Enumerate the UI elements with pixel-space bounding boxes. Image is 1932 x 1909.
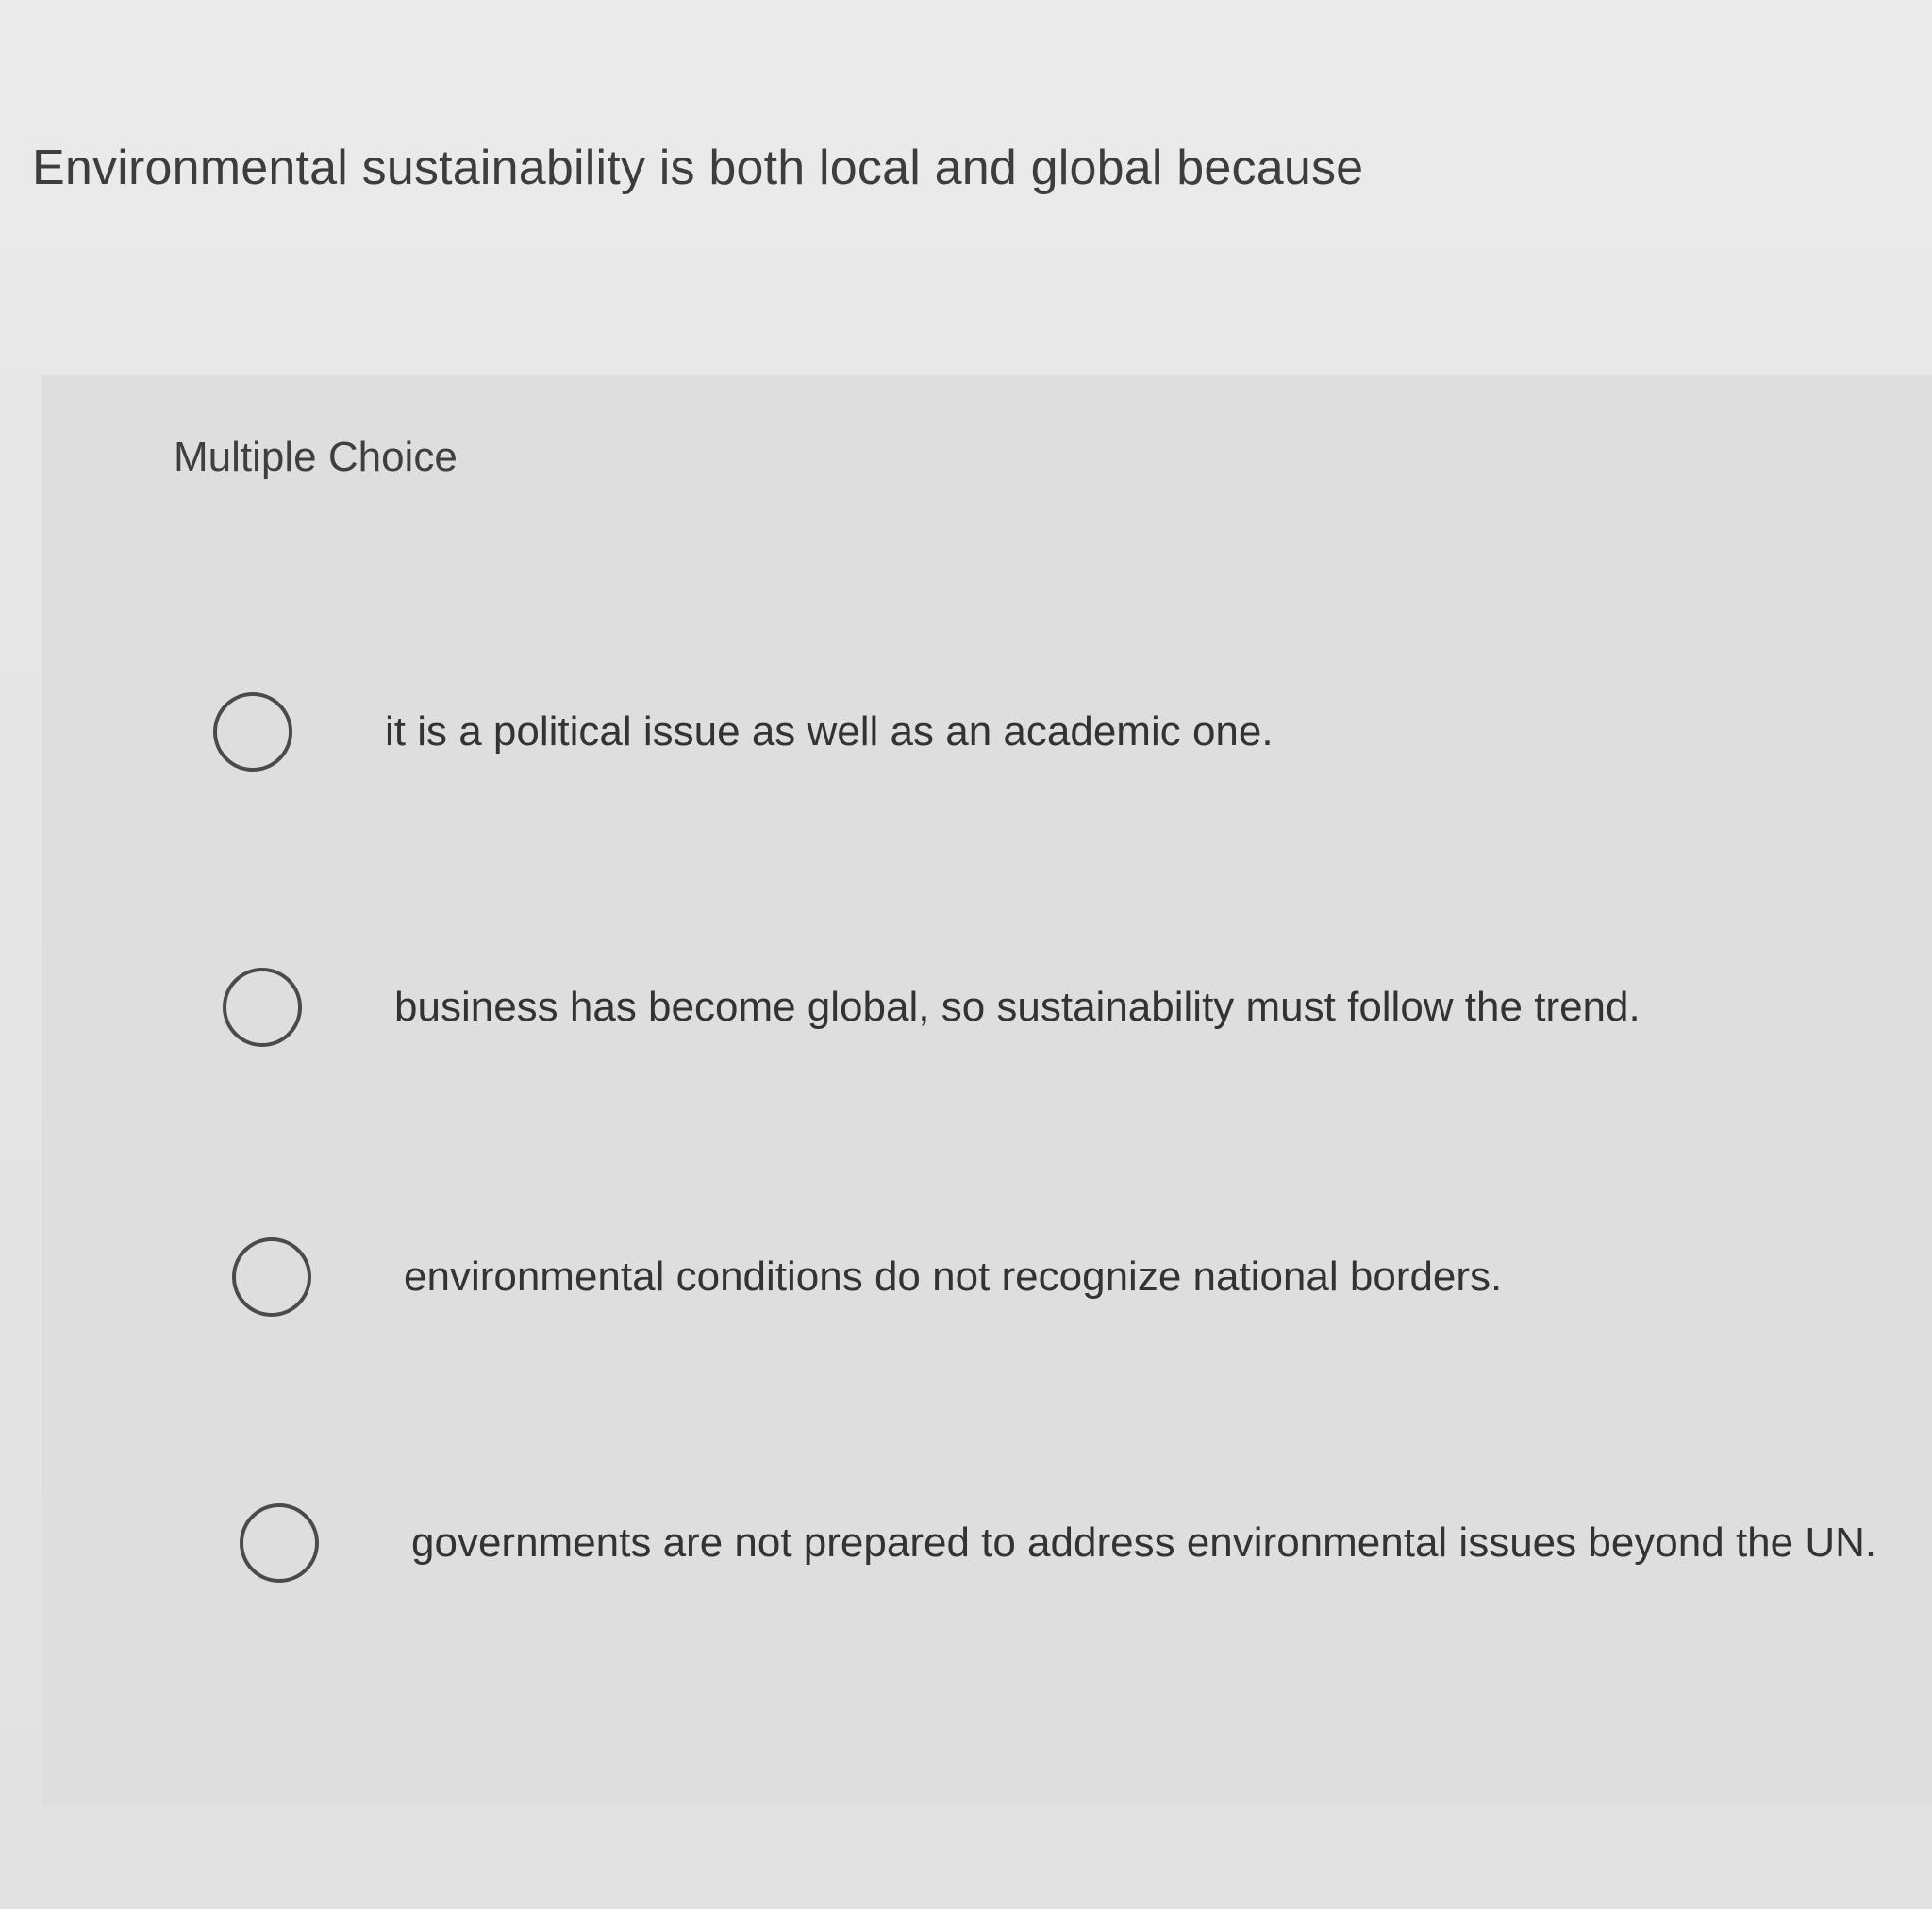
radio-button-4[interactable] <box>240 1503 319 1583</box>
answer-choice-label: environmental conditions do not recogniz… <box>404 1253 1503 1300</box>
answer-choice-2[interactable]: business has become global, so sustainab… <box>223 968 1641 1047</box>
radio-button-1[interactable] <box>213 692 292 772</box>
answer-choice-1[interactable]: it is a political issue as well as an ac… <box>213 692 1274 772</box>
answer-choice-3[interactable]: environmental conditions do not recogniz… <box>232 1237 1502 1317</box>
answer-choices: it is a political issue as well as an ac… <box>42 375 1932 1805</box>
answer-choice-label: governments are not prepared to address … <box>411 1519 1877 1566</box>
answer-choice-label: it is a political issue as well as an ac… <box>385 708 1274 755</box>
answer-choice-label: business has become global, so sustainab… <box>394 984 1641 1030</box>
radio-button-2[interactable] <box>223 968 302 1047</box>
question-stem: Environmental sustainability is both loc… <box>32 141 1364 195</box>
question-panel: Multiple Choice it is a political issue … <box>42 375 1932 1805</box>
radio-button-3[interactable] <box>232 1237 311 1317</box>
page: Environmental sustainability is both loc… <box>0 0 1932 1909</box>
answer-choice-4[interactable]: governments are not prepared to address … <box>240 1503 1876 1583</box>
